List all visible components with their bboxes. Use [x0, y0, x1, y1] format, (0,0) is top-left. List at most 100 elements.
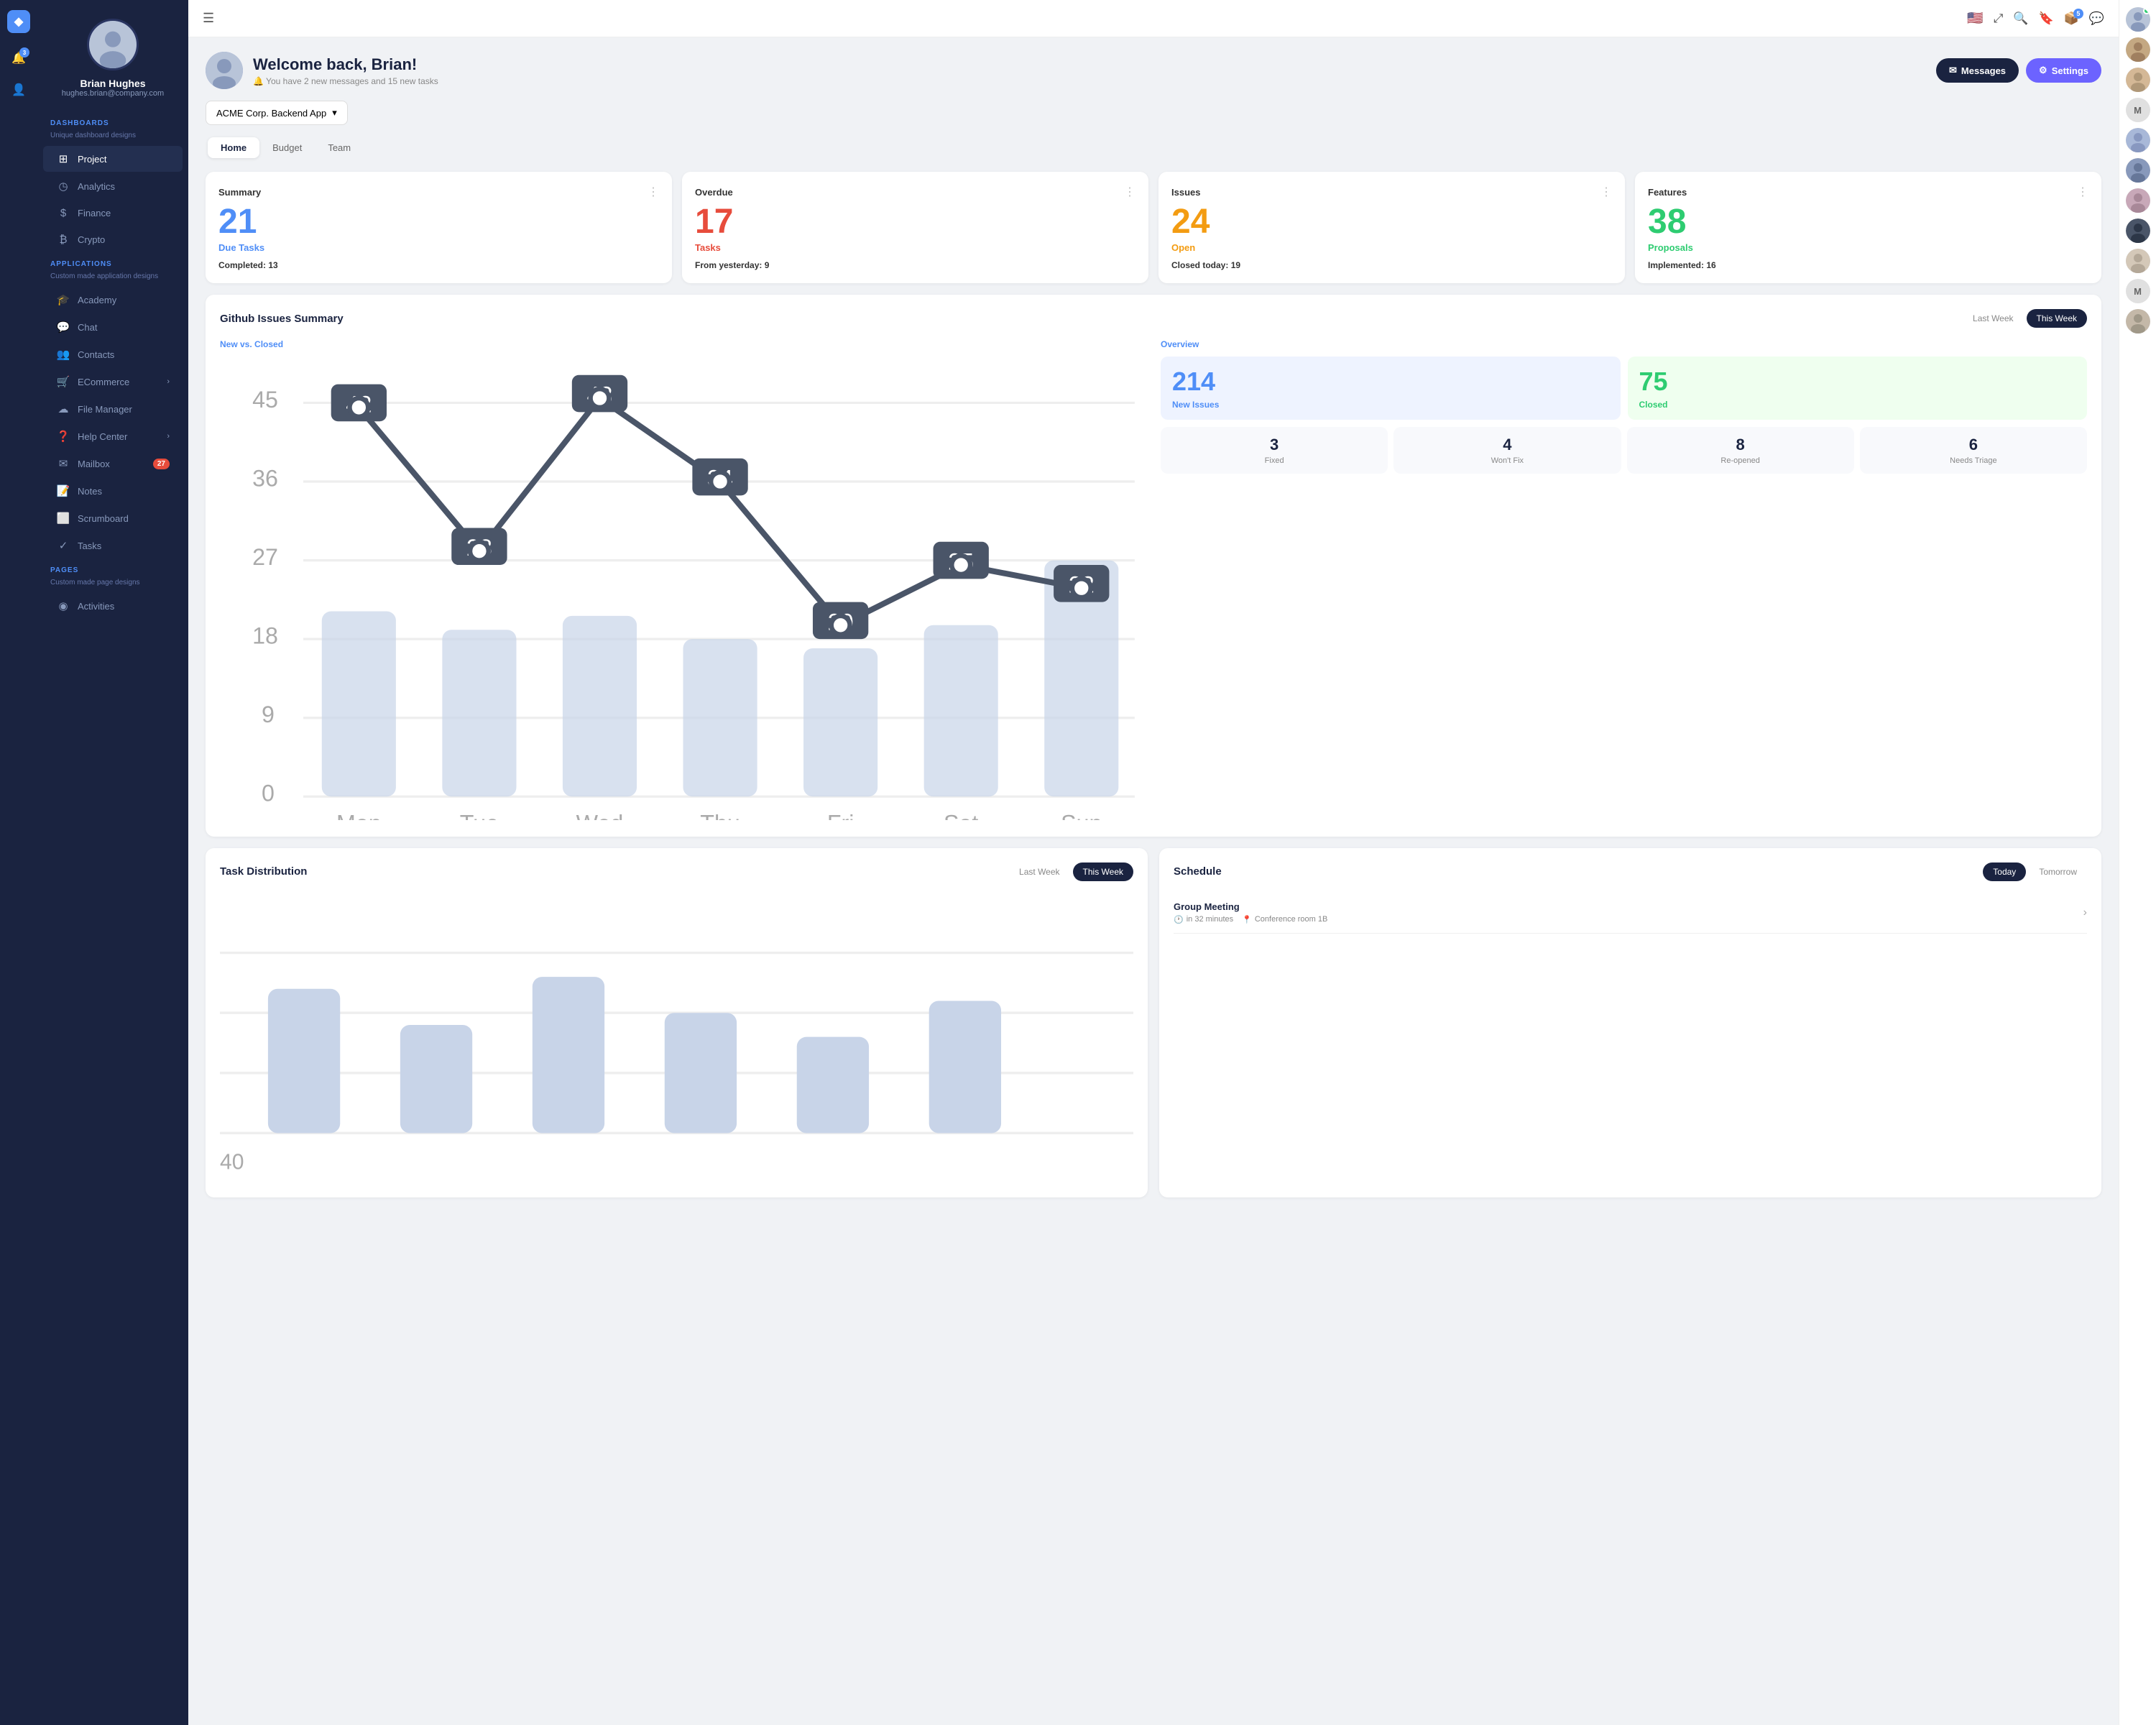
sidebar-item-mailbox[interactable]: ✉ Mailbox 27 [43, 451, 183, 477]
card-issues-footer: Closed today: 19 [1171, 260, 1612, 270]
card-overdue-menu-icon[interactable]: ⋮ [1124, 185, 1135, 199]
app-logo[interactable]: ◆ [7, 10, 30, 33]
welcome-avatar [206, 52, 243, 89]
rs-avatar-2[interactable] [2126, 37, 2150, 62]
task-dist-toggle: Last Week This Week [1009, 862, 1133, 881]
github-week-toggle: Last Week This Week [1963, 309, 2087, 328]
sidebar-item-tasks-label: Tasks [78, 540, 101, 551]
sidebar-item-tasks[interactable]: ✓ Tasks [43, 533, 183, 558]
card-issues-menu-icon[interactable]: ⋮ [1600, 185, 1612, 199]
card-overdue-number: 17 [695, 205, 1135, 239]
sidebar-item-academy[interactable]: 🎓 Academy [43, 287, 183, 313]
overview-label: Overview [1161, 339, 2087, 349]
svg-text:18: 18 [252, 623, 278, 649]
messages-btn-label: Messages [1961, 65, 2006, 76]
project-selector[interactable]: ACME Corp. Backend App ▾ [206, 101, 348, 125]
svg-text:Mon: Mon [336, 811, 382, 820]
sidebar-item-crypto[interactable]: ₿ Crypto [43, 227, 183, 252]
schedule-tomorrow-btn[interactable]: Tomorrow [2029, 862, 2087, 881]
notifications-icon[interactable]: 🔔 3 [6, 46, 31, 70]
stat-reopened: 8 Re-opened [1627, 427, 1854, 474]
card-features-footer-text: Implemented: [1648, 260, 1704, 270]
schedule-time: 🕐 in 32 minutes [1174, 915, 1233, 924]
schedule-item-title: Group Meeting [1174, 901, 1327, 912]
svg-text:Tue: Tue [460, 811, 499, 820]
menu-toggle-icon[interactable]: ☰ [203, 11, 214, 26]
card-summary-menu-icon[interactable]: ⋮ [648, 185, 659, 199]
settings-button[interactable]: ⚙ Settings [2026, 58, 2101, 83]
mailbox-icon: ✉ [56, 457, 70, 470]
schedule-time-text: in 32 minutes [1187, 915, 1233, 924]
project-selector-chevron-icon: ▾ [332, 107, 337, 119]
rs-avatar-8[interactable] [2126, 218, 2150, 243]
rs-avatar-4[interactable]: M [2126, 98, 2150, 122]
welcome-buttons: ✉ Messages ⚙ Settings [1936, 58, 2101, 83]
task-dist-this-week-btn[interactable]: This Week [1073, 862, 1133, 881]
helpcenter-icon: ❓ [56, 430, 70, 443]
rs-avatar-5[interactable] [2126, 128, 2150, 152]
stat-fixed: 3 Fixed [1161, 427, 1388, 474]
sidebar-user: Brian Hughes hughes.brian@company.com [37, 12, 188, 112]
messages-button[interactable]: ✉ Messages [1936, 58, 2019, 83]
sidebar-item-finance[interactable]: $ Finance [43, 201, 183, 226]
task-dist-last-week-btn[interactable]: Last Week [1009, 862, 1069, 881]
sidebar-item-filemanager[interactable]: ☁ File Manager [43, 396, 183, 422]
location-icon: 📍 [1242, 915, 1252, 924]
card-summary-title: Summary [218, 187, 261, 198]
rs-avatar-11[interactable] [2126, 309, 2150, 334]
svg-text:0: 0 [262, 781, 275, 806]
rs-avatar-10[interactable]: M [2126, 279, 2150, 303]
card-overdue-title: Overdue [695, 187, 733, 198]
sidebar-item-chat[interactable]: 💬 Chat [43, 314, 183, 340]
schedule-item: Group Meeting 🕐 in 32 minutes 📍 Conferen… [1174, 893, 2087, 934]
sidebar-item-analytics-label: Analytics [78, 181, 115, 192]
sidebar-item-chat-label: Chat [78, 322, 97, 333]
messages-icon[interactable]: 💬 [2089, 12, 2104, 26]
fullscreen-icon[interactable]: ⤢ [1994, 12, 2004, 26]
sidebar-item-activities[interactable]: ◉ Activities [43, 593, 183, 619]
rs-avatar-3[interactable] [2126, 68, 2150, 92]
github-last-week-btn[interactable]: Last Week [1963, 309, 2023, 328]
github-this-week-btn[interactable]: This Week [2027, 309, 2087, 328]
sidebar-item-scrumboard[interactable]: ⬜ Scrumboard [43, 505, 183, 531]
card-overdue: Overdue ⋮ 17 Tasks From yesterday: 9 [682, 172, 1148, 283]
svg-text:27: 27 [252, 544, 278, 570]
sidebar-item-project[interactable]: ⊞ Project [43, 146, 183, 172]
main-area: ☰ 🇺🇸 ⤢ 🔍 🔖 📦 5 💬 [188, 0, 2119, 1725]
rs-avatar-7[interactable] [2126, 188, 2150, 213]
github-content: New vs. Closed 0 9 18 27 36 45 [220, 339, 2087, 822]
settings-btn-label: Settings [2052, 65, 2088, 76]
schedule-item-chevron-icon[interactable]: › [2083, 906, 2087, 919]
schedule-today-btn[interactable]: Today [1983, 862, 2026, 881]
rs-avatar-1[interactable] [2126, 7, 2150, 32]
cart-icon[interactable]: 📦 5 [2064, 12, 2079, 26]
card-features-menu-icon[interactable]: ⋮ [2077, 185, 2088, 199]
sidebar-item-helpcenter[interactable]: ❓ Help Center › [43, 423, 183, 449]
rs-avatar-9[interactable] [2126, 249, 2150, 273]
search-icon[interactable]: 🔍 [2013, 12, 2028, 26]
sidebar-item-notes[interactable]: 📝 Notes [43, 478, 183, 504]
tab-team[interactable]: Team [315, 137, 364, 158]
bookmark-icon[interactable]: 🔖 [2038, 12, 2053, 26]
right-sidebar: M M [2119, 0, 2156, 1725]
card-summary-footer-value: 13 [268, 260, 277, 270]
card-summary-number: 21 [218, 205, 659, 239]
card-features-title: Features [1648, 187, 1687, 198]
sidebar-username: Brian Hughes [80, 78, 145, 89]
sidebar-avatar [87, 19, 139, 70]
tab-home[interactable]: Home [208, 137, 259, 158]
rs-avatar-6[interactable] [2126, 158, 2150, 183]
stat-triage-num: 6 [1866, 436, 2081, 454]
sidebar-item-contacts-label: Contacts [78, 349, 114, 360]
tab-budget[interactable]: Budget [259, 137, 315, 158]
icon-bar: ◆ 🔔 3 👤 [0, 0, 37, 1725]
svg-text:Fri: Fri [827, 811, 854, 820]
sidebar-item-ecommerce[interactable]: 🛒 ECommerce › [43, 369, 183, 395]
content-area: Welcome back, Brian! 🔔 You have 2 new me… [188, 37, 2119, 1725]
svg-text:45: 45 [252, 387, 278, 413]
github-section-header: Github Issues Summary Last Week This Wee… [220, 309, 2087, 328]
flag-icon[interactable]: 🇺🇸 [1967, 11, 1983, 26]
sidebar-item-analytics[interactable]: ◷ Analytics [43, 173, 183, 199]
profile-icon[interactable]: 👤 [6, 78, 31, 102]
sidebar-item-contacts[interactable]: 👥 Contacts [43, 341, 183, 367]
